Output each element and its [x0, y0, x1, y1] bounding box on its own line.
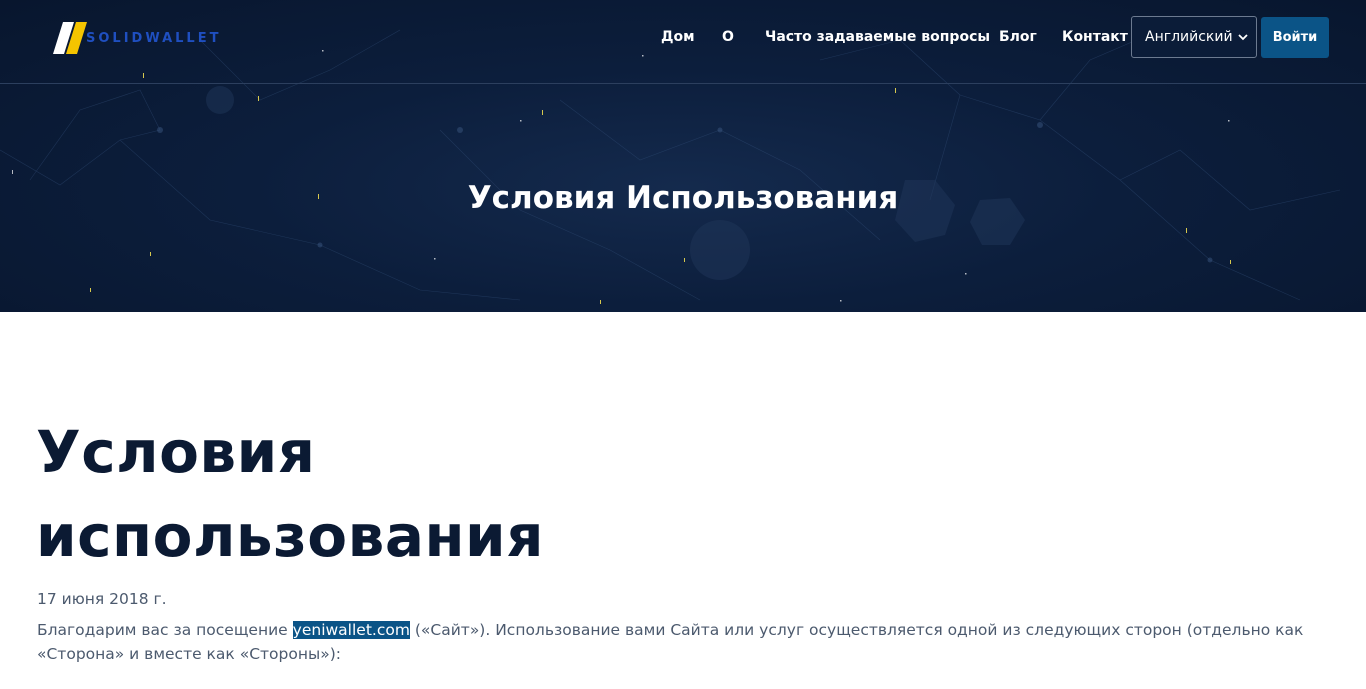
brand-logo[interactable]: SOLIDWALLET	[53, 21, 221, 55]
site-header: SOLIDWALLET Дом О Часто задаваемые вопро…	[0, 0, 1366, 84]
nav-item-home[interactable]: Дом	[661, 27, 695, 47]
nav-item-blog[interactable]: Блог	[999, 27, 1037, 47]
solidwallet-logo-icon	[53, 22, 87, 54]
chevron-down-icon	[1238, 34, 1248, 41]
hero-banner: SOLIDWALLET Дом О Часто задаваемые вопро…	[0, 0, 1366, 312]
page-title: Условия использования	[36, 418, 544, 570]
intro-text-before: Благодарим вас за посещение	[37, 621, 293, 639]
intro-paragraph: Благодарим вас за посещение yeniwallet.c…	[37, 618, 1337, 666]
hero-title: Условия Использования	[467, 180, 899, 216]
nav-item-faq[interactable]: Часто задаваемые вопросы	[765, 27, 990, 47]
language-select[interactable]: Английский	[1131, 16, 1257, 58]
language-select-value: Английский	[1145, 29, 1233, 45]
nav-item-about[interactable]: О	[722, 27, 734, 47]
nav-item-contact[interactable]: Контакт	[1062, 27, 1128, 47]
document-date: 17 июня 2018 г.	[37, 590, 167, 608]
site-link[interactable]: yeniwallet.com	[292, 621, 410, 639]
login-button[interactable]: Войти	[1261, 17, 1329, 58]
brand-name: SOLIDWALLET	[86, 30, 222, 46]
